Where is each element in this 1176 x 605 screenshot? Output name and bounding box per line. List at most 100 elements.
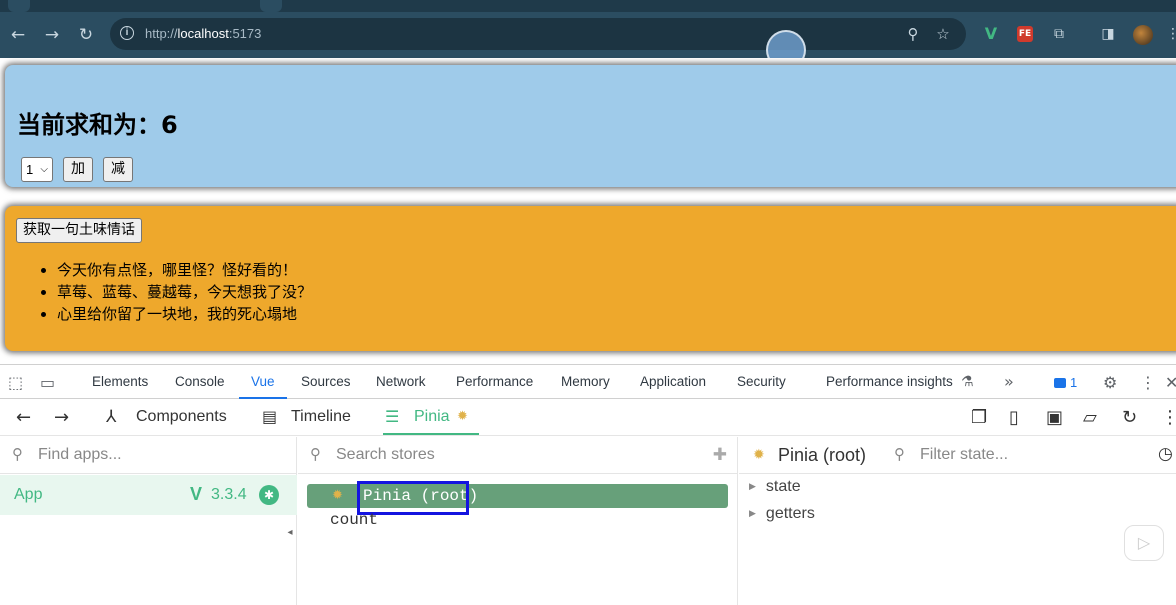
store-item[interactable]: count bbox=[330, 511, 378, 529]
pineapple-icon: ✹ bbox=[457, 409, 468, 424]
zoom-icon[interactable]: ⚲ bbox=[903, 24, 923, 44]
vue-devtools-toolbar: ← → ⅄ Components ▤ Timeline ☰ Pinia ✹ ❐ … bbox=[0, 399, 1176, 436]
step-select[interactable]: 1 ⌵ bbox=[21, 157, 53, 182]
list-item: 心里给你留了一块地，我的死心塌地 bbox=[57, 303, 312, 325]
inspector-title: Pinia (root) bbox=[778, 445, 867, 465]
address-bar[interactable]: i http://localhost:5173 ⚲ ☆ bbox=[110, 18, 966, 50]
fe-ext-icon[interactable]: FE bbox=[1017, 26, 1033, 42]
tab-timeline[interactable]: Timeline bbox=[291, 408, 351, 426]
pineapple-icon: ✹ bbox=[753, 446, 765, 462]
find-apps-row[interactable]: ⚲ Find apps... bbox=[0, 437, 296, 474]
apps-panel: ⚲ Find apps... App V 3.3.4 ✱ ◂ bbox=[0, 437, 297, 605]
tab-application[interactable]: Application bbox=[640, 374, 706, 389]
tab-strip bbox=[0, 0, 1176, 12]
browser-tab[interactable] bbox=[260, 0, 282, 12]
forward-arrow-icon[interactable]: → bbox=[54, 407, 69, 428]
paste-icon[interactable]: ▯ bbox=[1009, 407, 1019, 428]
search-icon: ⚲ bbox=[310, 445, 321, 463]
app-version: 3.3.4 bbox=[211, 486, 247, 503]
sidebar-icon[interactable]: ◨ bbox=[1098, 24, 1118, 44]
copy-icon[interactable]: ❐ bbox=[971, 407, 987, 428]
folder-icon[interactable]: ▱ bbox=[1083, 407, 1097, 428]
inspect-icon[interactable]: ⬚ bbox=[8, 373, 23, 392]
tab-memory[interactable]: Memory bbox=[561, 374, 610, 389]
tab-components[interactable]: Components bbox=[136, 408, 227, 426]
timeline-icon: ▤ bbox=[262, 407, 278, 426]
site-info-icon[interactable]: i bbox=[120, 26, 134, 40]
tab-elements[interactable]: Elements bbox=[92, 374, 148, 389]
close-icon[interactable]: ✕ bbox=[1165, 373, 1176, 392]
message-icon bbox=[1054, 378, 1066, 388]
step-select-value: 1 bbox=[26, 162, 34, 177]
search-icon: ⚲ bbox=[12, 445, 23, 463]
get-love-talk-button[interactable]: 获取一句土味情话 bbox=[16, 218, 142, 243]
issues-count: 1 bbox=[1070, 375, 1078, 390]
sum-card: 当前求和为：6 1 ⌵ 加 减 bbox=[5, 65, 1176, 187]
more-icon[interactable]: ⋮ bbox=[1161, 407, 1176, 428]
state-inspector-panel: ✹ Pinia (root) ⚲ Filter state... ◷ ▶ stat… bbox=[739, 437, 1176, 605]
annotation-highlight-box bbox=[357, 481, 469, 515]
chevron-down-icon: ⌵ bbox=[40, 164, 48, 175]
tree-node-label: getters bbox=[765, 505, 815, 522]
tab-console[interactable]: Console bbox=[175, 374, 225, 389]
tree-node-label: state bbox=[765, 478, 801, 495]
issues-badge[interactable]: 1 bbox=[1054, 375, 1077, 390]
play-icon[interactable]: ▷ bbox=[1124, 525, 1164, 561]
tab-performance[interactable]: Performance bbox=[456, 374, 533, 389]
tree-node-state[interactable]: ▶ state bbox=[749, 478, 801, 496]
love-talk-list: 今天你有点怪，哪里怪？怪好看的！ 草莓、蓝莓、蔓越莓，今天想我了没？ 心里给你留… bbox=[41, 259, 312, 325]
list-item: 今天你有点怪，哪里怪？怪好看的！ bbox=[57, 259, 312, 281]
search-stores-row[interactable]: ⚲ Search stores ✚ bbox=[298, 437, 737, 474]
more-tabs-icon[interactable]: » bbox=[1004, 372, 1014, 391]
star-icon[interactable]: ☆ bbox=[933, 24, 953, 44]
url-scheme: http:// bbox=[145, 26, 178, 41]
avatar[interactable] bbox=[1133, 25, 1153, 45]
vue-logo-icon: V bbox=[190, 484, 203, 504]
reload-icon[interactable]: ↻ bbox=[75, 24, 97, 46]
puzzle-icon[interactable]: ✚ bbox=[713, 445, 727, 465]
menu-icon[interactable]: ⋮ bbox=[1163, 24, 1176, 44]
app-settings-icon[interactable]: ✱ bbox=[259, 485, 279, 505]
app-list-item[interactable]: App V 3.3.4 ✱ bbox=[0, 475, 297, 515]
stores-panel: ⚲ Search stores ✚ ✹ Pinia (root) count bbox=[298, 437, 738, 605]
browser-tab[interactable] bbox=[8, 0, 30, 12]
tab-vue[interactable]: Vue bbox=[251, 374, 275, 389]
vue-ext-icon[interactable]: V bbox=[981, 24, 1001, 44]
expand-triangle-icon: ▶ bbox=[749, 509, 756, 519]
refresh-icon[interactable]: ↻ bbox=[1122, 407, 1137, 428]
tab-pinia[interactable]: Pinia bbox=[414, 408, 450, 426]
find-apps-input[interactable]: Find apps... bbox=[38, 446, 122, 464]
devtools-tab-bar: ⬚ ▭ Elements Console Vue Sources Network… bbox=[0, 364, 1176, 399]
kebab-menu-icon[interactable]: ⋮ bbox=[1140, 373, 1156, 392]
page-content: 当前求和为：6 1⌵ 加 减 获取一句土味情话 今天你有点怪，哪里怪？怪好看的！… bbox=[0, 58, 1176, 364]
settings-icon[interactable]: ⚙ bbox=[1103, 373, 1117, 392]
puzzle-icon[interactable]: ⧉ bbox=[1049, 24, 1069, 44]
expand-triangle-icon: ▶ bbox=[749, 482, 756, 492]
tab-security[interactable]: Security bbox=[737, 374, 786, 389]
search-stores-input[interactable]: Search stores bbox=[336, 446, 435, 464]
history-icon[interactable]: ◷ bbox=[1158, 444, 1173, 464]
inspector-header: ✹ Pinia (root) ⚲ Filter state... ◷ bbox=[739, 437, 1176, 474]
url-port: :5173 bbox=[228, 26, 262, 41]
subtract-button[interactable]: 减 bbox=[103, 157, 133, 182]
search-icon: ⚲ bbox=[894, 445, 905, 463]
tab-sources[interactable]: Sources bbox=[301, 374, 351, 389]
tab-performance-insights[interactable]: Performance insights bbox=[826, 374, 953, 389]
components-icon: ⅄ bbox=[106, 407, 117, 427]
list-item: 草莓、蓝莓、蔓越莓，今天想我了没？ bbox=[57, 281, 312, 303]
collapse-panel-icon[interactable]: ◂ bbox=[284, 521, 296, 545]
back-icon[interactable]: ← bbox=[7, 24, 29, 46]
url-text[interactable]: http://localhost:5173 bbox=[145, 26, 261, 41]
tree-node-getters[interactable]: ▶ getters bbox=[749, 505, 815, 523]
forward-icon[interactable]: → bbox=[41, 24, 63, 46]
tab-network[interactable]: Network bbox=[376, 374, 426, 389]
filter-state-input[interactable]: Filter state... bbox=[920, 446, 1008, 464]
add-button[interactable]: 加 bbox=[63, 157, 93, 182]
app-name: App bbox=[14, 486, 43, 503]
save-icon[interactable]: ▣ bbox=[1046, 407, 1063, 428]
pinia-list-icon: ☰ bbox=[385, 407, 400, 426]
device-toolbar-icon[interactable]: ▭ bbox=[40, 373, 55, 392]
love-talk-card: 获取一句土味情话 今天你有点怪，哪里怪？怪好看的！ 草莓、蓝莓、蔓越莓，今天想我… bbox=[5, 206, 1176, 351]
browser-toolbar: ← → ↻ i http://localhost:5173 ⚲ ☆ V FE ⧉… bbox=[0, 12, 1176, 58]
back-arrow-icon[interactable]: ← bbox=[16, 407, 31, 428]
